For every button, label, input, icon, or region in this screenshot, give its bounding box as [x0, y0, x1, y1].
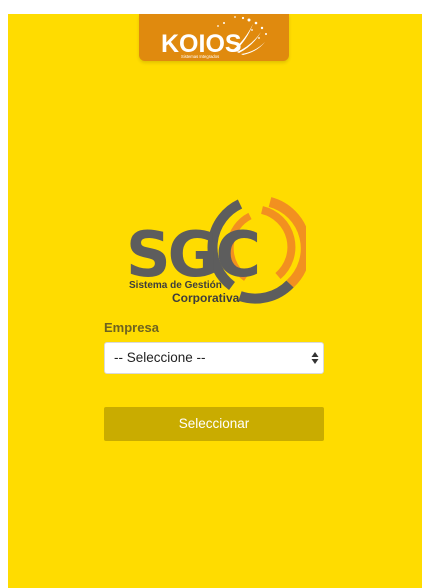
sgc-logo: SGC Sistema de Gestión Corporativa: [122, 196, 306, 304]
sgc-line-2: Corporativa: [172, 291, 240, 304]
company-select[interactable]: -- Seleccione --: [104, 342, 324, 374]
company-form: Empresa -- Seleccione -- Seleccionar: [104, 320, 324, 441]
select-updown-arrows-icon: [311, 352, 319, 364]
select-company-button[interactable]: Seleccionar: [104, 407, 324, 441]
koios-tagline: Sistemas Integrados: [181, 54, 219, 59]
sgc-line-1: Sistema de Gestión: [129, 280, 222, 291]
company-select-value: -- Seleccione --: [114, 350, 206, 365]
koios-logo: KOIOS Sistemas Integrados: [161, 16, 267, 59]
app-screen: KOIOS Sistemas Integrados SGC Sistema de…: [8, 14, 422, 588]
koios-logo-banner: KOIOS Sistemas Integrados: [139, 14, 289, 61]
sgc-logo-graphic: SGC Sistema de Gestión Corporativa: [126, 197, 306, 304]
company-label: Empresa: [104, 320, 159, 335]
